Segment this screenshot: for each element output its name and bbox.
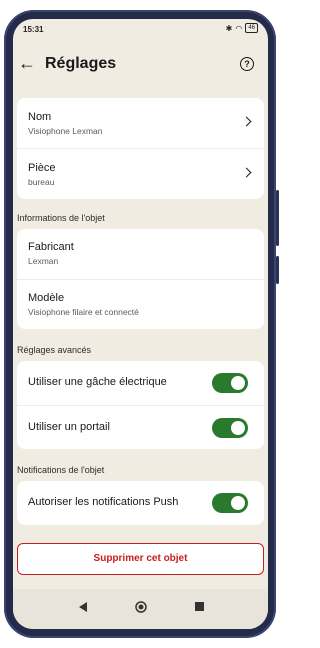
delete-object-button[interactable]: Supprimer cet objet <box>17 543 264 575</box>
electric-strike-row: Utiliser une gâche électrique <box>17 361 264 406</box>
toggle-knob <box>231 421 245 435</box>
gate-row: Utiliser un portail <box>17 406 264 449</box>
room-value: bureau <box>28 177 55 187</box>
status-time: 15:31 <box>23 25 44 34</box>
page-title: Réglages <box>45 55 117 72</box>
gate-toggle[interactable] <box>212 418 248 438</box>
manufacturer-row: Fabricant Lexman <box>17 229 264 280</box>
electric-strike-label: Utiliser une gâche électrique <box>28 376 167 388</box>
room-label: Pièce <box>28 162 56 174</box>
electric-strike-toggle[interactable] <box>212 373 248 393</box>
room-row[interactable]: Pièce bureau <box>17 149 264 199</box>
advanced-card: Utiliser une gâche électrique Utiliser u… <box>17 361 264 449</box>
gate-label: Utiliser un portail <box>28 421 110 433</box>
general-card: Nom Visiophone Lexman Pièce bureau <box>17 98 264 199</box>
nav-back-icon[interactable] <box>79 602 89 612</box>
push-label: Autoriser les notifications Push <box>28 496 179 508</box>
chevron-right-icon <box>241 116 252 127</box>
app-bar: ← Réglages ? <box>13 43 268 87</box>
battery-icon: 46 <box>245 23 258 33</box>
model-row: Modèle Visiophone filaire et connecté <box>17 280 264 329</box>
name-row[interactable]: Nom Visiophone Lexman <box>17 98 264 149</box>
name-label: Nom <box>28 111 52 123</box>
screen: 15:31 ✱ ◠ 46 ← Réglages ? Nom Visiophone… <box>13 19 268 629</box>
section-notifications-title: Notifications de l'objet <box>17 465 105 475</box>
power-button <box>276 256 279 284</box>
nav-recents-icon[interactable] <box>195 602 204 611</box>
name-value: Visiophone Lexman <box>28 126 103 136</box>
bluetooth-icon: ✱ <box>225 23 233 33</box>
push-row: Autoriser les notifications Push <box>17 481 264 525</box>
manufacturer-label: Fabricant <box>28 241 74 253</box>
help-circle-icon[interactable]: ? <box>240 57 254 71</box>
volume-button <box>276 190 279 246</box>
model-label: Modèle <box>28 292 65 304</box>
chevron-right-icon <box>241 167 252 178</box>
wifi-icon: ◠ <box>235 23 243 33</box>
status-bar: 15:31 ✱ ◠ 46 <box>13 19 268 41</box>
toggle-knob <box>231 376 245 390</box>
push-toggle[interactable] <box>212 493 248 513</box>
android-nav-bar <box>13 589 268 629</box>
manufacturer-value: Lexman <box>28 256 59 266</box>
section-advanced-title: Réglages avancés <box>17 345 92 355</box>
nav-home-icon[interactable] <box>135 601 147 613</box>
notifications-card: Autoriser les notifications Push <box>17 481 264 525</box>
arrow-left-icon[interactable]: ← <box>18 53 36 74</box>
toggle-knob <box>231 496 245 510</box>
model-value: Visiophone filaire et connecté <box>28 307 139 317</box>
status-icons: ✱ ◠ 46 <box>226 23 258 33</box>
section-info-title: Informations de l'objet <box>17 213 105 223</box>
info-card: Fabricant Lexman Modèle Visiophone filai… <box>17 229 264 329</box>
